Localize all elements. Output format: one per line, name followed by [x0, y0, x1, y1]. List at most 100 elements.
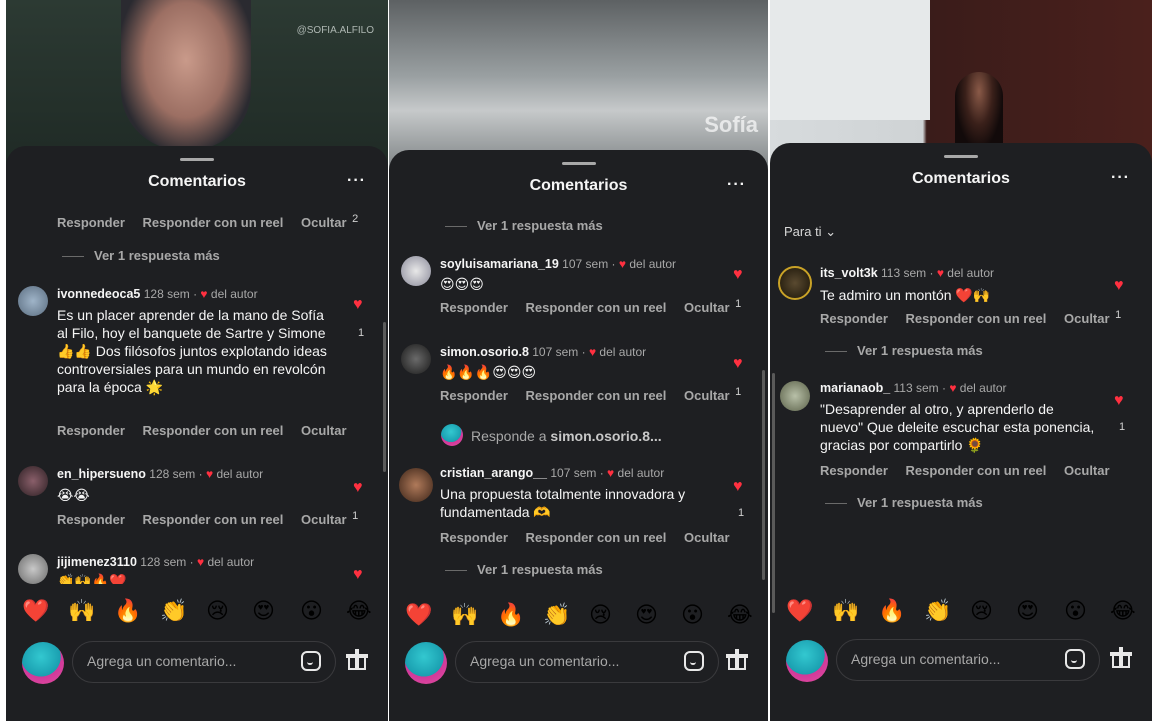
scrollbar[interactable]: [772, 373, 775, 613]
view-more-replies[interactable]: Ver 1 respuesta más: [825, 495, 983, 510]
reply-with-reel-button[interactable]: Responder con un reel: [526, 388, 667, 403]
hide-button[interactable]: Ocultar: [1064, 311, 1110, 326]
heart-icon: ♥: [196, 555, 205, 569]
reply-button[interactable]: Responder: [440, 300, 508, 315]
view-more-replies[interactable]: Ver 1 respuesta más: [825, 343, 983, 358]
emoji-clap[interactable]: 👏: [160, 598, 187, 624]
reply-button[interactable]: Responder: [440, 530, 508, 545]
emoji-fire[interactable]: 🔥: [878, 598, 905, 624]
emoji-heart-eyes[interactable]: 😍: [635, 602, 658, 628]
more-options-icon[interactable]: ···: [347, 172, 366, 190]
hide-button[interactable]: Ocultar: [301, 215, 347, 230]
emoji-surprised[interactable]: 😮: [300, 598, 323, 624]
emoji-heart-eyes[interactable]: 😍: [252, 598, 275, 624]
scrollbar[interactable]: [383, 322, 386, 472]
sticker-icon[interactable]: [301, 651, 321, 671]
reply-with-reel-button[interactable]: Responder con un reel: [526, 530, 667, 545]
emoji-heart[interactable]: ❤️: [405, 602, 432, 628]
sheet-drag-handle[interactable]: [944, 155, 978, 158]
gift-icon[interactable]: [726, 649, 748, 671]
avatar[interactable]: [18, 466, 48, 496]
comment-username[interactable]: simon.osorio.8: [440, 345, 529, 359]
emoji-clap[interactable]: 👏: [543, 602, 570, 628]
comment-input[interactable]: Agrega un comentario...: [455, 641, 719, 683]
reply-button[interactable]: Responder: [57, 215, 125, 230]
heart-icon[interactable]: ♥: [353, 479, 363, 497]
avatar[interactable]: [401, 344, 431, 374]
emoji-cry[interactable]: 😢: [589, 602, 612, 628]
avatar[interactable]: [18, 554, 48, 584]
comment-username[interactable]: marianaob_: [820, 381, 890, 395]
hide-button[interactable]: Ocultar: [301, 423, 347, 438]
emoji-clap[interactable]: 👏: [924, 598, 951, 624]
heart-icon[interactable]: ♥: [353, 566, 363, 584]
heart-icon[interactable]: ♥: [733, 266, 743, 284]
emoji-raised-hands[interactable]: 🙌: [832, 598, 859, 624]
avatar[interactable]: [18, 286, 48, 316]
avatar[interactable]: [401, 256, 431, 286]
emoji-surprised[interactable]: 😮: [681, 602, 704, 628]
heart-icon[interactable]: ♥: [733, 478, 743, 496]
reply-with-reel-button[interactable]: Responder con un reel: [143, 512, 284, 527]
emoji-heart[interactable]: ❤️: [22, 598, 49, 624]
emoji-fire[interactable]: 🔥: [114, 598, 141, 624]
reply-with-reel-button[interactable]: Responder con un reel: [906, 463, 1047, 478]
reply-button[interactable]: Responder: [57, 512, 125, 527]
sheet-drag-handle[interactable]: [561, 162, 596, 165]
emoji-raised-hands[interactable]: 🙌: [68, 598, 95, 624]
reply-to-prompt[interactable]: Responde a simon.osorio.8...: [471, 428, 662, 444]
more-options-icon[interactable]: ···: [1111, 169, 1130, 187]
hide-button[interactable]: Ocultar: [684, 388, 730, 403]
emoji-fire[interactable]: 🔥: [497, 602, 524, 628]
comment-actions: Responder Responder con un reel Ocultar …: [57, 510, 384, 527]
emoji-laugh[interactable]: 😂: [1110, 598, 1136, 624]
reply-with-reel-button[interactable]: Responder con un reel: [143, 423, 284, 438]
emoji-heart[interactable]: ❤️: [786, 598, 813, 624]
emoji-heart-eyes[interactable]: 😍: [1016, 598, 1039, 624]
sheet-drag-handle[interactable]: [180, 158, 214, 161]
emoji-cry[interactable]: 😢: [970, 598, 993, 624]
comment-username[interactable]: cristian_arango__: [440, 466, 547, 480]
emoji-raised-hands[interactable]: 🙌: [451, 602, 478, 628]
emoji-laugh[interactable]: 😂: [727, 602, 753, 628]
avatar[interactable]: [399, 468, 433, 502]
reply-button[interactable]: Responder: [57, 423, 125, 438]
sticker-icon[interactable]: [1065, 649, 1085, 669]
view-more-replies[interactable]: Ver 1 respuesta más: [62, 248, 220, 263]
comment-input[interactable]: Agrega un comentario...: [836, 639, 1100, 681]
reply-with-reel-button[interactable]: Responder con un reel: [143, 215, 284, 230]
comment-username[interactable]: jijimenez3110: [57, 555, 137, 569]
comment-input[interactable]: Agrega un comentario...: [72, 641, 336, 683]
gift-icon[interactable]: [1110, 647, 1132, 669]
reply-button[interactable]: Responder: [820, 311, 888, 326]
comment-username[interactable]: ivonnedeoca5: [57, 287, 140, 301]
reply-with-reel-button[interactable]: Responder con un reel: [526, 300, 667, 315]
sort-dropdown[interactable]: Para ti ⌄: [784, 224, 836, 240]
gift-icon[interactable]: [346, 649, 368, 671]
emoji-cry[interactable]: 😢: [206, 598, 229, 624]
hide-button[interactable]: Ocultar: [301, 512, 347, 527]
emoji-laugh[interactable]: 😂: [346, 598, 372, 624]
more-options-icon[interactable]: ···: [727, 176, 746, 194]
emoji-surprised[interactable]: 😮: [1064, 598, 1087, 624]
heart-icon[interactable]: ♥: [1114, 392, 1124, 410]
reply-with-reel-button[interactable]: Responder con un reel: [906, 311, 1047, 326]
comment-username[interactable]: its_volt3k: [820, 266, 878, 280]
sticker-icon[interactable]: [684, 651, 704, 671]
comment-username[interactable]: en_hipersueno: [57, 467, 146, 481]
view-more-replies[interactable]: Ver 1 respuesta más: [445, 218, 603, 233]
reply-button[interactable]: Responder: [820, 463, 888, 478]
heart-icon[interactable]: ♥: [353, 296, 363, 314]
reply-button[interactable]: Responder: [440, 388, 508, 403]
view-more-replies[interactable]: Ver 1 respuesta más: [445, 562, 603, 577]
heart-icon[interactable]: ♥: [733, 355, 743, 373]
avatar[interactable]: [778, 266, 812, 300]
hide-button[interactable]: Ocultar: [684, 300, 730, 315]
comment-username[interactable]: soyluisamariana_19: [440, 257, 559, 271]
author-like-label: del autor: [599, 345, 647, 359]
projector-screen: [770, 0, 930, 120]
heart-icon[interactable]: ♥: [1114, 277, 1124, 295]
avatar[interactable]: [780, 381, 810, 411]
hide-button[interactable]: Ocultar: [1064, 463, 1110, 478]
hide-button[interactable]: Ocultar: [684, 530, 730, 545]
